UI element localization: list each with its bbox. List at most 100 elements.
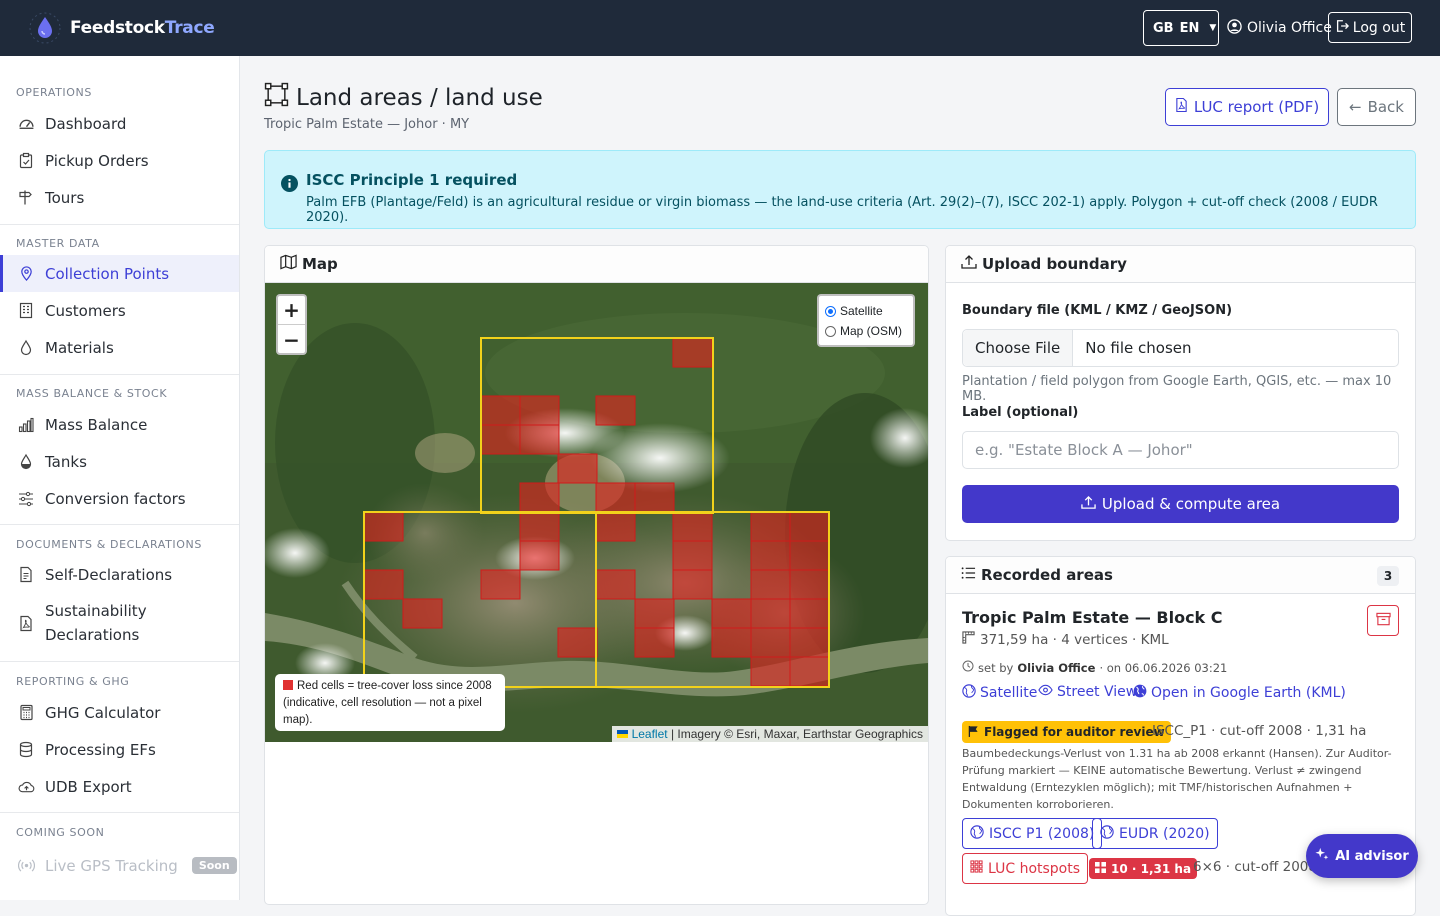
layer-switcher: Satellite Map (OSM) — [817, 294, 915, 347]
page-title: Land areas / land use — [264, 82, 543, 113]
list-icon — [961, 566, 976, 584]
bounding-box-icon — [264, 82, 289, 113]
language-selector[interactable]: GB EN ▼ — [1143, 10, 1219, 46]
iscc-alert: ISCC Principle 1 required Palm EFB (Plan… — [264, 150, 1416, 229]
sidebar-item-pickup-orders[interactable]: Pickup Orders — [0, 142, 239, 179]
map-attribution: Leaflet | Imagery © Esri, Maxar, Earthst… — [612, 726, 928, 742]
brand-name: FeedstockTrace — [70, 18, 215, 38]
sidebar-item-materials[interactable]: Materials — [0, 329, 239, 366]
logout-button[interactable]: Log out — [1328, 12, 1412, 43]
boundary-file-input[interactable]: Choose File No file chosen — [962, 329, 1399, 367]
map-card-header: Map — [265, 246, 928, 283]
map-pin-icon — [16, 264, 36, 284]
back-button[interactable]: ← Back — [1337, 88, 1416, 126]
sidebar-item-mass-balance[interactable]: Mass Balance — [0, 406, 239, 443]
grid-fill-icon — [1095, 861, 1106, 876]
satellite-link[interactable]: Satellite — [962, 684, 1037, 702]
upload-compute-button[interactable]: Upload & compute area — [962, 485, 1399, 523]
clipboard-check-icon — [16, 151, 36, 171]
globe-icon — [970, 824, 984, 843]
hotspot-count-badge: 10 · 1,31 ha — [1089, 858, 1198, 879]
red-swatch-icon — [283, 680, 293, 690]
google-earth-link[interactable]: Open in Google Earth (KML) — [1133, 684, 1346, 702]
droplet-logo-icon — [28, 11, 62, 45]
clock-icon — [962, 660, 974, 675]
map-view[interactable]: + − Satellite Map (OSM) Red cells = tree… — [265, 283, 928, 742]
main-content: Land areas / land use Tropic Palm Estate… — [240, 56, 1440, 916]
layer-osm-option[interactable]: Map (OSM) — [825, 321, 907, 341]
broadcast-icon — [16, 856, 36, 876]
sliders-icon — [16, 489, 36, 509]
section-master-data: MASTER DATA — [16, 237, 100, 250]
sidebar-item-customers[interactable]: Customers — [0, 292, 239, 329]
radio-icon — [825, 325, 836, 337]
iscc-p1-chip[interactable]: ISCC P1 (2008) — [962, 818, 1103, 849]
sidebar-item-udb-export[interactable]: UDB Export — [0, 768, 239, 805]
area-set-by: set by Olivia Office · on 06.06.2026 03:… — [962, 660, 1227, 675]
sidebar-item-collection-points[interactable]: Collection Points — [0, 255, 239, 292]
file-help: Plantation / field polygon from Google E… — [962, 374, 1392, 404]
database-icon — [16, 740, 36, 760]
luc-hotspots-chip[interactable]: LUC hotspots — [962, 853, 1089, 884]
calculator-icon — [16, 703, 36, 723]
droplet-icon — [16, 338, 36, 358]
grid-icon — [970, 860, 983, 877]
label-input[interactable]: e.g. "Estate Block A — Johor" — [962, 431, 1399, 469]
sidebar-item-processing-efs[interactable]: Processing EFs — [0, 731, 239, 768]
sidebar-item-sustainability-declarations[interactable]: Sustainability Declarations — [0, 595, 239, 651]
alert-body: Palm EFB (Plantage/Feld) is an agricultu… — [306, 195, 1378, 225]
file-status: No file chosen — [1085, 339, 1192, 357]
building-icon — [16, 301, 36, 321]
sidebar-item-dashboard[interactable]: Dashboard — [0, 105, 239, 142]
grid-meta: 6×6 · cut-off 2008 — [1193, 859, 1317, 875]
sidebar-item-conversion-factors[interactable]: Conversion factors — [0, 480, 239, 517]
label-label: Label (optional) — [962, 405, 1079, 420]
page-subtitle: Tropic Palm Estate — Johor · MY — [264, 117, 470, 132]
street-view-link[interactable]: Street View — [1038, 684, 1137, 700]
archive-button[interactable] — [1367, 605, 1399, 636]
language-code: EN — [1179, 20, 1200, 36]
ai-advisor-button[interactable]: AI advisor — [1306, 834, 1418, 878]
zoom-control: + − — [276, 294, 307, 355]
flag-icon — [968, 725, 979, 740]
sidebar-item-ghg-calculator[interactable]: GHG Calculator — [0, 694, 239, 731]
globe-americas-icon — [1133, 684, 1147, 702]
recorded-areas-header: Recorded areas 3 — [946, 557, 1415, 594]
choose-file-button[interactable]: Choose File — [963, 330, 1074, 366]
file-text-icon — [16, 565, 36, 585]
eudr-chip[interactable]: EUDR (2020) — [1092, 818, 1218, 849]
signpost-icon — [16, 188, 36, 208]
globe-americas-icon — [1100, 824, 1114, 843]
upload-card-header: Upload boundary — [946, 246, 1415, 283]
brand[interactable]: FeedstockTrace — [28, 10, 215, 46]
caret-down-icon: ▼ — [1209, 23, 1217, 33]
zoom-out-button[interactable]: − — [278, 325, 305, 354]
soon-badge: Soon — [191, 857, 237, 874]
map-card: Map + − Satellite Map (OSM) Red cells = … — [264, 245, 929, 905]
bar-chart-icon — [16, 415, 36, 435]
section-operations: OPERATIONS — [16, 86, 92, 99]
zoom-in-button[interactable]: + — [278, 296, 305, 325]
sparkles-icon — [1315, 847, 1329, 865]
sidebar-item-self-declarations[interactable]: Self-Declarations — [0, 556, 239, 593]
eye-icon — [1038, 684, 1053, 700]
leaflet-link[interactable]: Leaflet — [632, 727, 668, 741]
sidebar-item-tanks[interactable]: Tanks — [0, 443, 239, 480]
upload-icon — [1081, 495, 1096, 514]
layer-satellite-option[interactable]: Satellite — [825, 301, 907, 321]
ukraine-flag-icon — [617, 730, 629, 738]
logout-icon — [1335, 19, 1349, 37]
sidebar-item-tours[interactable]: Tours — [0, 179, 239, 216]
rulers-icon — [962, 631, 975, 648]
user-menu[interactable]: Olivia Office — [1227, 10, 1332, 46]
section-reporting: REPORTING & GHG — [16, 675, 130, 688]
luc-report-button[interactable]: LUC report (PDF) — [1165, 88, 1329, 126]
sidebar-item-live-gps: Live GPS Tracking Soon — [0, 847, 239, 884]
language-flag: GB — [1153, 20, 1174, 36]
speedometer-icon — [16, 114, 36, 134]
section-documents: DOCUMENTS & DECLARATIONS — [16, 538, 202, 551]
section-mass-balance: MASS BALANCE & STOCK — [16, 387, 168, 400]
archive-icon — [1375, 611, 1391, 630]
map-legend: Red cells = tree-cover loss since 2008 (… — [275, 674, 505, 731]
flagged-badge: Flagged for auditor review — [962, 721, 1171, 743]
